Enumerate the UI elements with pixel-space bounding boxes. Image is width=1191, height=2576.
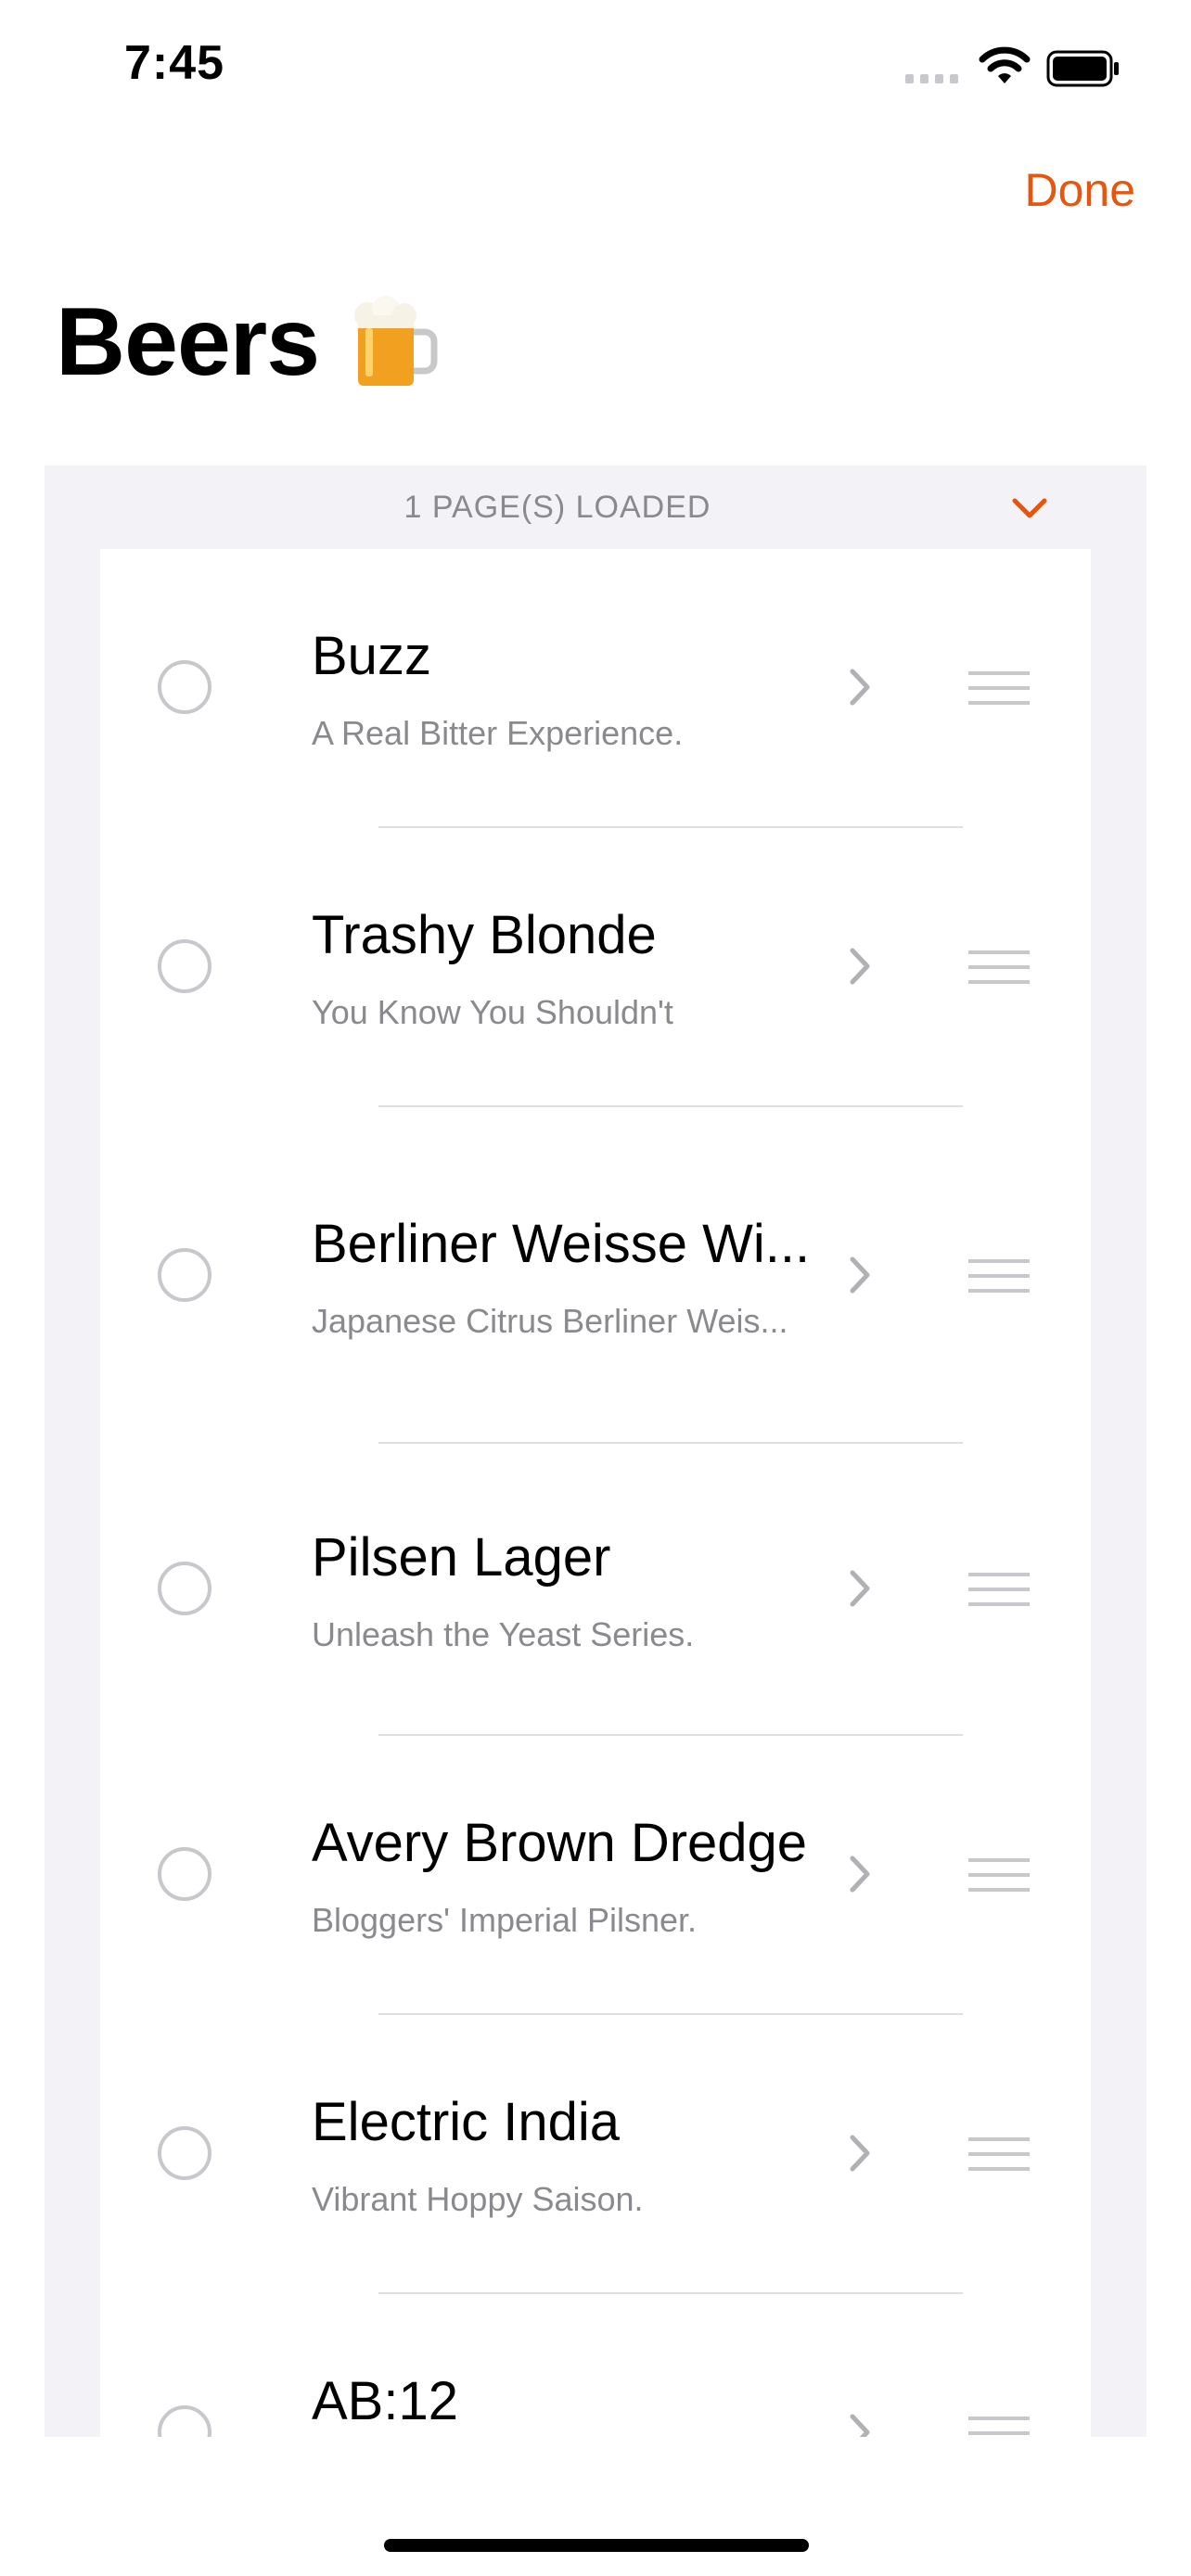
- reorder-handle-icon[interactable]: [968, 671, 1030, 705]
- chevron-right-icon: [850, 1570, 870, 1607]
- beer-row[interactable]: AB:12: [100, 2294, 1091, 2437]
- beer-tagline: A Real Bitter Experience.: [312, 714, 684, 752]
- reorder-handle-icon[interactable]: [968, 1259, 1030, 1293]
- beer-tagline: Unleash the Yeast Series.: [312, 1615, 695, 1653]
- beer-row[interactable]: Pilsen Lager Unleash the Yeast Series.: [100, 1444, 1091, 1736]
- page-title-text: Beers: [56, 288, 320, 396]
- chevron-right-icon: [850, 2414, 870, 2437]
- beer-tagline: Vibrant Hoppy Saison.: [312, 2180, 644, 2218]
- battery-icon: [1046, 50, 1119, 87]
- select-circle[interactable]: [158, 660, 211, 714]
- reorder-handle-icon[interactable]: [968, 1858, 1030, 1892]
- select-circle[interactable]: [158, 1562, 211, 1615]
- reorder-handle-icon[interactable]: [968, 2417, 1030, 2437]
- page-title: Beers: [56, 287, 440, 398]
- reorder-handle-icon[interactable]: [968, 950, 1030, 984]
- chevron-right-icon: [850, 1256, 870, 1294]
- beer-name: Avery Brown Dredge: [312, 1813, 808, 1873]
- beer-name: Berliner Weisse Wi...: [312, 1214, 811, 1274]
- beer-tagline: Bloggers' Imperial Pilsner.: [312, 1901, 698, 1939]
- beer-list-section: 1 PAGE(S) LOADED Buzz A Real Bitter Expe…: [45, 465, 1146, 2437]
- chevron-right-icon: [850, 2135, 870, 2172]
- beer-mug-icon: [354, 295, 438, 386]
- chevron-right-icon: [850, 948, 870, 985]
- reorder-handle-icon[interactable]: [968, 2137, 1030, 2171]
- beer-row[interactable]: Avery Brown Dredge Bloggers' Imperial Pi…: [100, 1736, 1091, 2015]
- chevron-right-icon: [850, 1855, 870, 1893]
- section-title: 1 PAGE(S) LOADED: [403, 490, 711, 525]
- home-indicator[interactable]: [384, 2539, 809, 2552]
- cellular-signal-icon: [905, 74, 961, 85]
- chevron-down-icon[interactable]: [1009, 491, 1050, 525]
- status-bar: 7:45: [0, 0, 1191, 130]
- select-circle[interactable]: [158, 1248, 211, 1302]
- beer-name: Electric India: [312, 2092, 621, 2152]
- reorder-handle-icon[interactable]: [968, 1573, 1030, 1606]
- done-button[interactable]: Done: [1024, 163, 1135, 217]
- section-header: 1 PAGE(S) LOADED: [45, 465, 1146, 549]
- beer-name: Buzz: [312, 626, 431, 686]
- beer-row[interactable]: Electric India Vibrant Hoppy Saison.: [100, 2015, 1091, 2294]
- beer-row[interactable]: Trashy Blonde You Know You Shouldn't: [100, 828, 1091, 1107]
- beer-row[interactable]: Buzz A Real Bitter Experience.: [100, 549, 1091, 828]
- beer-name: Pilsen Lager: [312, 1527, 611, 1588]
- beer-name: Trashy Blonde: [312, 905, 657, 965]
- beer-list: Buzz A Real Bitter Experience. Trashy Bl…: [100, 549, 1091, 2437]
- select-circle[interactable]: [158, 2126, 211, 2180]
- beer-tagline: Japanese Citrus Berliner Weis...: [312, 1302, 788, 1340]
- select-circle[interactable]: [158, 2405, 211, 2437]
- select-circle[interactable]: [158, 939, 211, 993]
- beer-row[interactable]: Berliner Weisse Wi... Japanese Citrus Be…: [100, 1107, 1091, 1444]
- chevron-right-icon: [850, 669, 870, 706]
- beer-tagline: You Know You Shouldn't: [312, 993, 673, 1031]
- status-time: 7:45: [124, 36, 225, 90]
- wifi-icon: [979, 46, 1031, 83]
- select-circle[interactable]: [158, 1847, 211, 1901]
- beer-name: AB:12: [312, 2371, 458, 2431]
